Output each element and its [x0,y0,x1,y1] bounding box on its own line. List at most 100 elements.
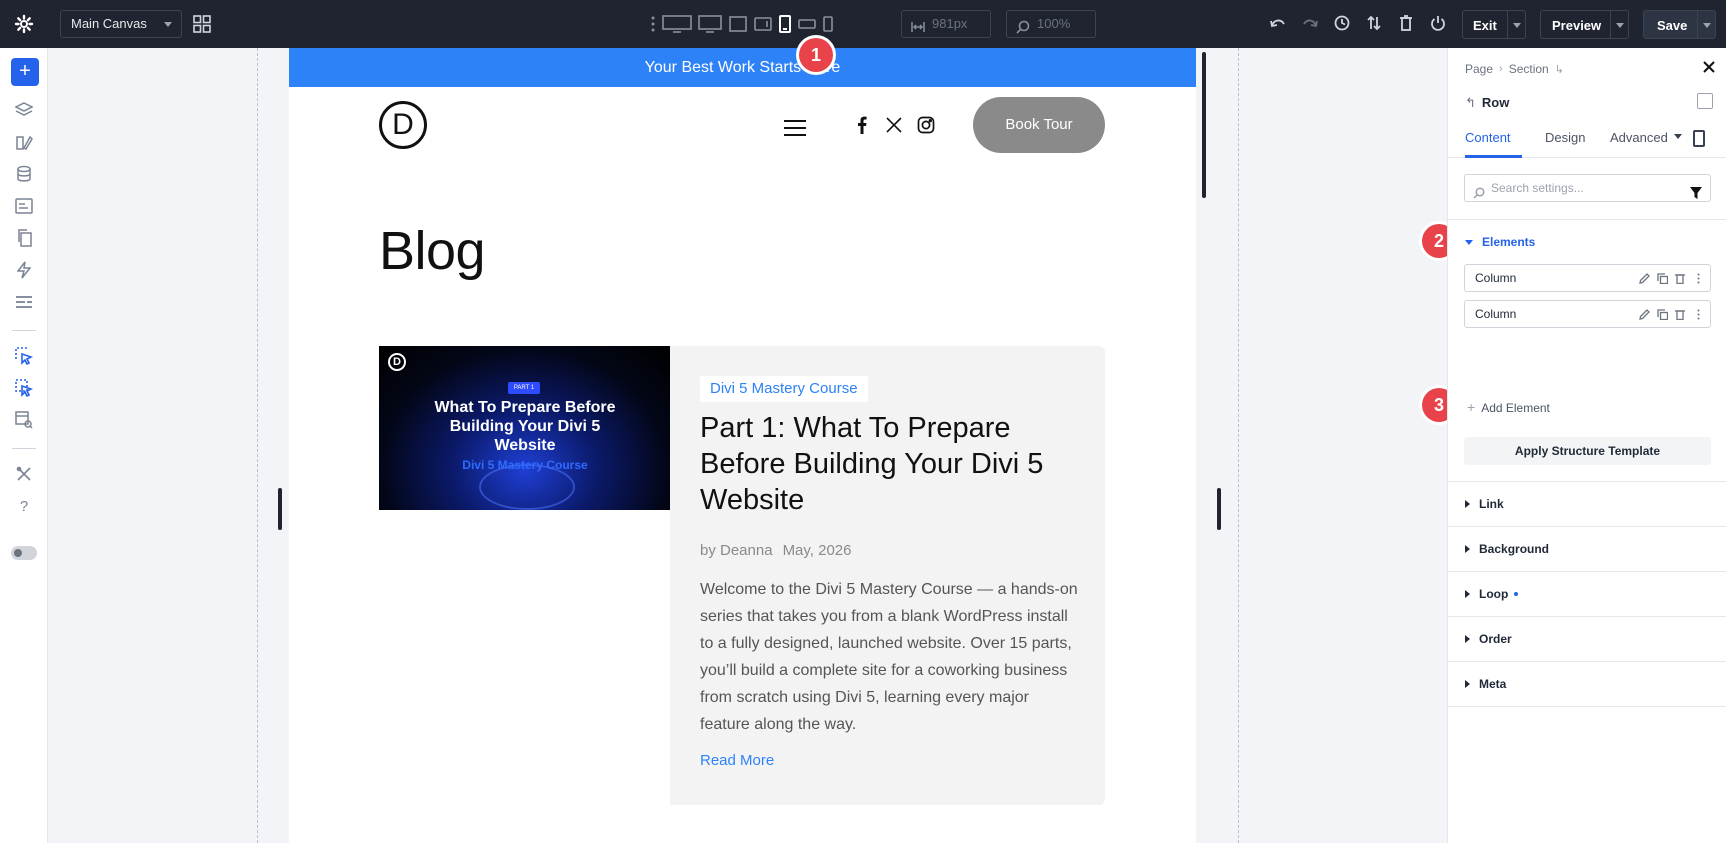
more-vertical-icon[interactable] [650,12,656,36]
edit-pencil-icon[interactable] [1638,308,1650,320]
more-vertical-icon[interactable] [1692,308,1704,320]
pages-copy-icon[interactable] [14,228,34,248]
delete-trash-icon[interactable] [1674,308,1686,320]
apply-structure-template-button[interactable]: Apply Structure Template [1464,437,1711,465]
post-category[interactable]: Divi 5 Mastery Course [700,376,868,402]
more-vertical-icon[interactable] [1692,272,1704,284]
desktop-device-icon[interactable] [698,12,722,36]
save-button[interactable]: Save [1643,10,1716,39]
canvas-grid-icon[interactable] [192,14,212,34]
element-title: ↰ Row [1465,95,1509,111]
preview-menu-chevron-icon[interactable] [1610,11,1628,38]
group-background[interactable]: Background [1465,542,1549,556]
edit-pencil-icon[interactable] [1638,272,1650,284]
duplicate-icon[interactable] [1656,308,1668,320]
element-row-column[interactable]: Column [1464,300,1711,328]
history-clock-icon[interactable] [1332,13,1352,33]
sort-arrows-icon[interactable] [1364,13,1384,33]
table-search-icon[interactable] [14,410,34,430]
undo-icon[interactable] [1268,13,1288,33]
multi-select-icon[interactable] [14,378,34,398]
image-subtitle: Divi 5 Mastery Course [462,458,588,472]
tools-icon[interactable] [14,464,34,484]
save-menu-chevron-icon[interactable] [1697,11,1715,38]
chevron-right-icon: › [1499,63,1503,75]
zoom-field[interactable]: 100% [1006,10,1096,38]
tablet-portrait-icon[interactable] [778,12,792,36]
tab-content[interactable]: Content [1465,130,1511,145]
caret-right-icon [1465,635,1470,643]
add-element-button[interactable]: + Add Element [1467,399,1550,415]
settings-gear-icon[interactable] [14,14,34,34]
history-actions [1268,13,1448,33]
page-settings-icon[interactable] [14,196,34,216]
breadcrumb-page[interactable]: Page [1465,62,1493,76]
breadcrumb-section[interactable]: Section [1509,62,1549,76]
layers-icon[interactable] [14,100,34,120]
canvas-select[interactable]: Main Canvas [60,10,182,38]
settings-search-input[interactable]: Search settings... [1464,174,1711,202]
group-order[interactable]: Order [1465,632,1512,646]
group-loop[interactable]: Loop [1465,587,1519,601]
laptop-device-icon[interactable] [728,12,748,36]
click-select-icon[interactable] [14,346,34,366]
delete-trash-icon[interactable] [1674,272,1686,284]
database-icon[interactable] [14,164,34,184]
element-row-actions [1638,265,1704,291]
trash-icon[interactable] [1396,13,1416,33]
phone-landscape-icon[interactable] [798,12,816,36]
design-library-icon[interactable] [14,132,34,152]
x-twitter-icon[interactable] [884,115,904,135]
phone-portrait-icon[interactable] [822,12,834,36]
duplicate-icon[interactable] [1656,272,1668,284]
group-meta[interactable]: Meta [1465,677,1506,691]
breadcrumb: Page › Section ↳ [1465,62,1564,76]
post-featured-image[interactable]: D PART 1 What To Prepare Before Building… [379,346,670,510]
preview-button[interactable]: Preview [1540,10,1629,39]
caret-right-icon [1465,590,1470,598]
exit-menu-chevron-icon[interactable] [1507,11,1525,38]
zoom-search-icon [1016,17,1030,34]
instagram-icon[interactable] [916,115,936,135]
resize-handle-right[interactable] [1217,488,1221,530]
canvas-width-field[interactable]: 981px [901,10,991,38]
post-title[interactable]: Part 1: What To Prepare Before Building … [700,410,1080,518]
search-icon [1473,182,1485,199]
wireframe-icon[interactable] [14,292,34,312]
read-more-link[interactable]: Read More [700,752,774,769]
filter-icon[interactable] [1690,182,1702,199]
group-elements-label: Elements [1482,235,1536,249]
post-author[interactable]: by Deanna [700,542,773,559]
group-elements[interactable]: Elements [1465,235,1535,249]
group-link[interactable]: Link [1465,497,1504,511]
widescreen-device-icon[interactable] [662,12,692,36]
panel-divider [1448,481,1726,482]
dark-mode-toggle[interactable] [11,546,37,560]
chevron-down-icon [164,22,172,27]
facebook-icon[interactable] [852,115,872,135]
tablet-landscape-icon[interactable] [754,12,772,36]
back-arrow-icon[interactable]: ↰ [1465,95,1476,110]
canvas-scrollbar[interactable] [1202,52,1206,198]
child-arrow-icon: ↳ [1554,63,1564,76]
book-tour-button[interactable]: Book Tour [973,97,1105,153]
preview-button-label: Preview [1552,18,1602,33]
help-icon[interactable]: ? [14,496,34,516]
close-icon[interactable] [1702,60,1716,74]
power-icon[interactable] [1428,13,1448,33]
tabs-more-chevron-icon[interactable] [1674,134,1682,139]
blog-heading: Blog [379,221,486,281]
redo-icon[interactable] [1300,13,1320,33]
hamburger-menu-icon[interactable] [784,120,806,136]
preset-sliders-icon[interactable] [1697,93,1713,109]
site-logo[interactable]: D [379,101,427,149]
add-module-button[interactable]: + [11,58,39,86]
lightning-icon[interactable] [14,260,34,280]
resize-handle-left[interactable] [278,488,282,530]
responsive-device-icon[interactable] [1693,130,1705,147]
tab-design[interactable]: Design [1545,130,1585,145]
tab-advanced[interactable]: Advanced [1610,130,1668,145]
width-arrows-icon [911,17,925,32]
element-row-column[interactable]: Column [1464,264,1711,292]
exit-button[interactable]: Exit [1462,10,1526,39]
